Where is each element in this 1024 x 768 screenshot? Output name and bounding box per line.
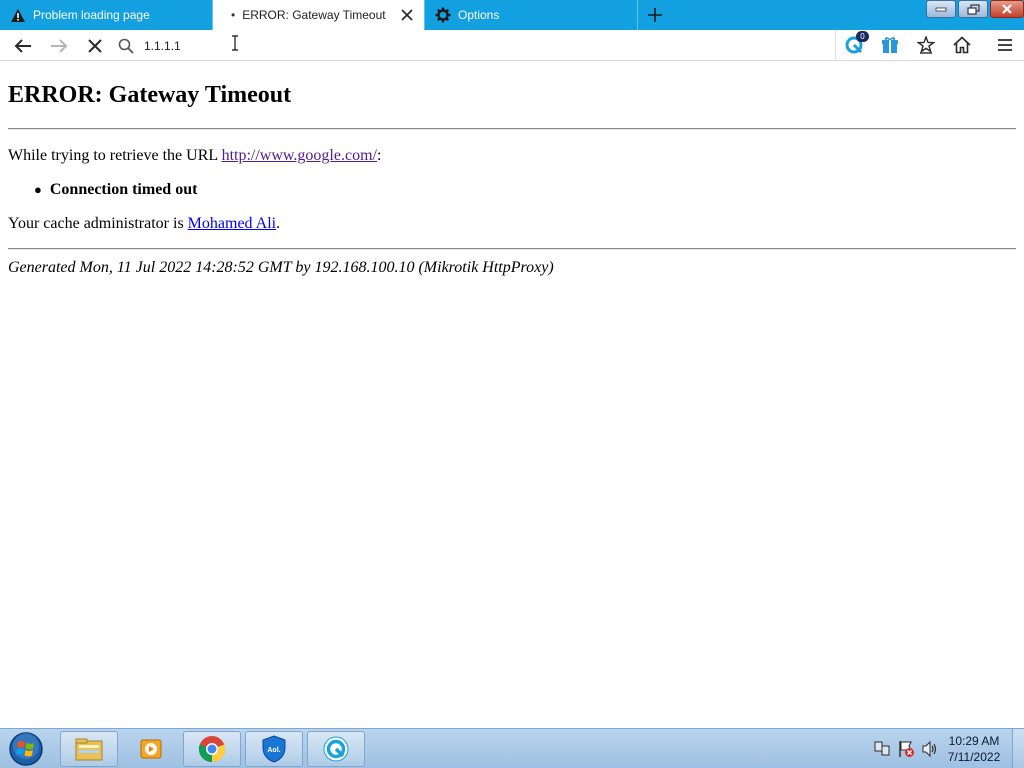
retrieve-url-link[interactable]: http://www.google.com/ — [222, 147, 377, 164]
new-tab-button[interactable] — [644, 4, 666, 26]
restore-icon — [966, 3, 980, 15]
svg-text:Aol.: Aol. — [267, 747, 280, 754]
tab-label: ERROR: Gateway Timeout — [242, 8, 386, 22]
generated-footer: Generated Mon, 11 Jul 2022 14:28:52 GMT … — [8, 259, 554, 276]
tab-options[interactable]: Options — [425, 0, 637, 30]
chrome-icon — [198, 736, 226, 763]
divider — [8, 128, 1016, 130]
notification-badge: 0 — [856, 31, 869, 42]
start-button[interactable] — [6, 730, 46, 768]
system-clock[interactable]: 10:29 AM 7/11/2022 — [940, 733, 1008, 765]
taskbar: Aol. 10:29 AM 7/11/2022 — [0, 728, 1024, 768]
network-tray-icon[interactable] — [873, 740, 891, 758]
tab-divider — [637, 0, 638, 30]
retrieve-suffix-text: : — [376, 147, 382, 164]
tab-label: Options — [458, 8, 500, 22]
home-button[interactable] — [951, 34, 973, 56]
error-reason: Connection timed out — [49, 181, 198, 198]
gift-button[interactable] — [879, 34, 901, 56]
error-list-item: ● Connection timed out — [34, 181, 197, 199]
gear-icon — [434, 6, 452, 24]
file-explorer-icon — [75, 738, 103, 761]
stop-button[interactable] — [83, 34, 107, 58]
bookmarks-button[interactable] — [915, 34, 937, 56]
forward-arrow-icon — [51, 39, 68, 53]
clock-date: 7/11/2022 — [947, 750, 1001, 764]
close-icon — [1002, 4, 1012, 14]
admin-prefix-text: Your cache administrator is — [8, 215, 188, 232]
search-icon — [114, 34, 138, 58]
admin-email-link[interactable]: Mohamed Ali — [188, 215, 276, 232]
taskbar-media-player[interactable] — [122, 731, 180, 767]
aol-shield-icon: Aol. — [262, 735, 286, 763]
admin-suffix-text: . — [276, 215, 281, 232]
taskbar-refresh-app[interactable] — [307, 731, 365, 767]
admin-message: Your cache administrator is Mohamed Ali. — [8, 215, 280, 233]
hamburger-menu-icon — [998, 39, 1012, 51]
tab-gateway-timeout[interactable]: • ERROR: Gateway Timeout — [213, 0, 424, 30]
loading-dot-icon: • — [231, 8, 236, 22]
media-player-icon — [140, 739, 162, 759]
navigation-bar — [0, 30, 1024, 61]
divider — [8, 248, 1016, 250]
tab-bar: Problem loading page • ERROR: Gateway Ti… — [0, 0, 1024, 30]
tab-label: Problem loading page — [33, 8, 150, 22]
text-cursor-icon — [230, 35, 240, 51]
clock-time: 10:29 AM — [948, 734, 1000, 748]
home-icon — [953, 36, 971, 54]
menu-button[interactable] — [994, 34, 1016, 56]
show-desktop-button[interactable] — [1012, 729, 1024, 768]
minimize-icon — [935, 7, 947, 12]
plus-icon — [648, 8, 662, 22]
taskbar-file-explorer[interactable] — [60, 731, 118, 767]
forward-button[interactable] — [47, 34, 71, 58]
stop-icon — [88, 39, 102, 53]
gift-icon — [882, 37, 898, 53]
address-bar[interactable] — [114, 32, 834, 59]
close-tab-icon[interactable] — [399, 7, 415, 23]
taskbar-chrome[interactable] — [183, 731, 241, 767]
window-controls — [924, 0, 1024, 20]
back-button[interactable] — [11, 34, 35, 58]
taskbar-aol-shield[interactable]: Aol. — [245, 731, 303, 767]
page-heading: ERROR: Gateway Timeout — [8, 82, 292, 108]
bookmark-star-icon — [917, 36, 935, 54]
refresh-app-icon — [323, 736, 349, 762]
warning-icon — [9, 6, 27, 24]
restore-button[interactable] — [958, 0, 988, 18]
toolbar-divider — [835, 30, 836, 61]
retrieve-message: While trying to retrieve the URL http://… — [8, 147, 381, 165]
retrieve-prefix-text: While trying to retrieve the URL — [8, 147, 222, 164]
action-center-flag-icon[interactable] — [897, 740, 915, 758]
back-arrow-icon — [14, 39, 31, 53]
close-window-button[interactable] — [990, 0, 1024, 18]
windows-start-icon — [9, 732, 43, 766]
bullet-icon: ● — [34, 182, 42, 197]
tab-problem-loading[interactable]: Problem loading page — [0, 0, 212, 30]
volume-icon[interactable] — [921, 740, 939, 758]
minimize-button[interactable] — [926, 0, 956, 18]
